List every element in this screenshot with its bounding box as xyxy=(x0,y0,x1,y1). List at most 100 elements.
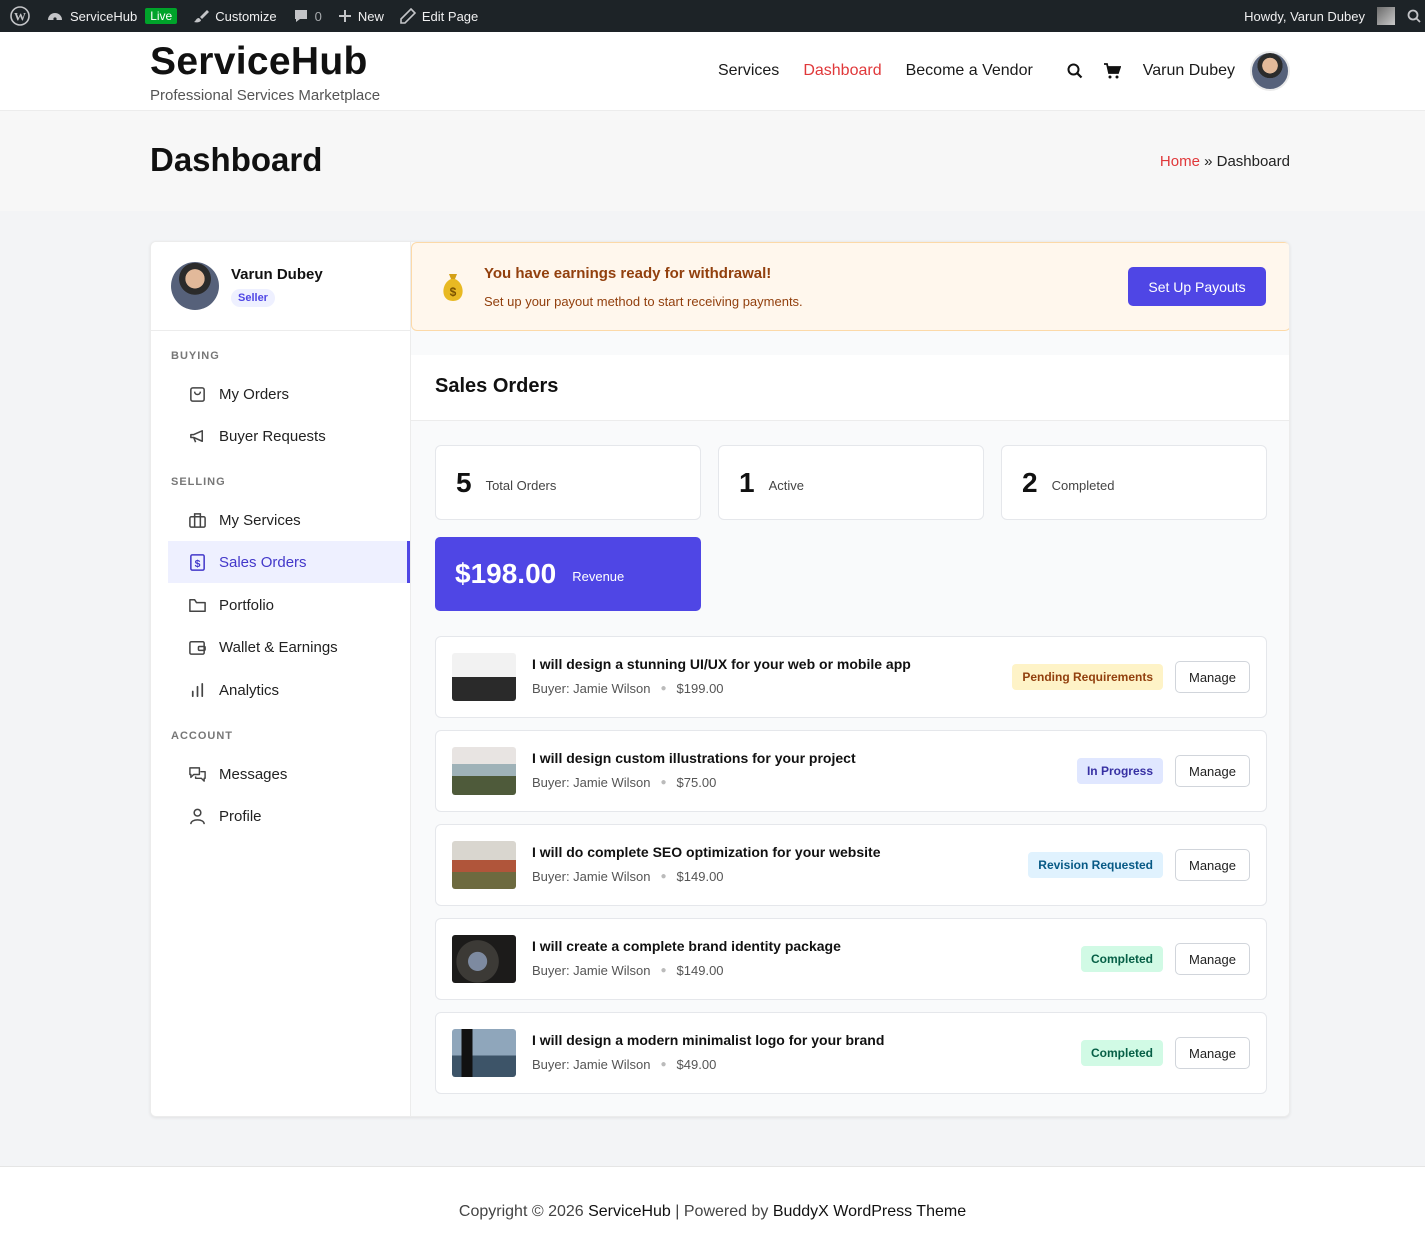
admin-search-button[interactable] xyxy=(1401,0,1425,32)
sidebar-profile: Varun Dubey Seller xyxy=(151,242,410,331)
main-nav: Services Dashboard Become a Vendor Varun… xyxy=(694,50,1290,92)
sidebar-item-label: Profile xyxy=(219,807,262,825)
sidebar-item-portfolio[interactable]: Portfolio xyxy=(168,584,410,626)
profile-name: Varun Dubey xyxy=(231,266,323,283)
sidebar-item-label: Portfolio xyxy=(219,596,275,614)
payout-title: You have earnings ready for withdrawal! xyxy=(484,265,772,282)
new-label: New xyxy=(357,8,384,24)
manage-button[interactable]: Manage xyxy=(1175,849,1250,881)
sidebar-item-analytics[interactable]: Analytics xyxy=(168,669,410,711)
breadcrumb-separator: » xyxy=(1204,153,1213,170)
manage-button[interactable]: Manage xyxy=(1175,661,1250,693)
megaphone-icon xyxy=(190,429,204,442)
revenue-label: Revenue xyxy=(572,568,625,584)
site-title[interactable]: ServiceHub xyxy=(150,40,368,84)
order-title[interactable]: I will create a complete brand identity … xyxy=(532,938,841,954)
page-title-bar: Dashboard Home » Dashboard xyxy=(0,111,1425,211)
section-label-buying: BUYING xyxy=(171,350,220,362)
comments-link[interactable]: 0 xyxy=(285,0,330,32)
order-price: $199.00 xyxy=(676,681,724,696)
footer-site-link[interactable]: ServiceHub xyxy=(588,1203,671,1220)
role-badge: Seller xyxy=(231,289,275,307)
meta-separator: ● xyxy=(660,965,667,976)
header-avatar[interactable] xyxy=(1250,51,1290,91)
sidebar-item-messages[interactable]: Messages xyxy=(168,753,410,795)
sidebar-item-label: Buyer Requests xyxy=(219,427,326,445)
sales-orders-title: Sales Orders xyxy=(435,375,559,397)
sidebar-item-my-orders[interactable]: My Orders xyxy=(168,373,410,415)
nav-become-vendor[interactable]: Become a Vendor xyxy=(906,62,1033,80)
customize-label: Customize xyxy=(215,8,277,24)
stat-revenue: $198.00 Revenue xyxy=(435,537,701,611)
payout-notice: $ You have earnings ready for withdrawal… xyxy=(411,242,1289,331)
order-title[interactable]: I will design a stunning UI/UX for your … xyxy=(532,656,911,672)
manage-button[interactable]: Manage xyxy=(1175,943,1250,975)
order-meta: Buyer: Jamie Wilson ● $199.00 xyxy=(532,681,724,696)
sidebar-item-label: My Orders xyxy=(219,385,290,403)
new-content-menu[interactable]: New xyxy=(330,0,392,32)
dashboard-card: Varun Dubey Seller BUYING My Orders Buye… xyxy=(150,241,1290,1117)
svg-text:$: $ xyxy=(195,558,201,569)
order-buyer: Buyer: Jamie Wilson xyxy=(532,775,651,790)
order-thumbnail[interactable] xyxy=(452,935,516,983)
sidebar-item-sales-orders[interactable]: $ Sales Orders xyxy=(168,541,410,583)
order-thumbnail[interactable] xyxy=(452,653,516,701)
sidebar-item-label: My Services xyxy=(219,511,301,529)
order-thumbnail[interactable] xyxy=(452,841,516,889)
howdy-label: Howdy, Varun Dubey xyxy=(1244,8,1365,24)
stat-value: 2 xyxy=(1022,466,1038,498)
order-thumbnail[interactable] xyxy=(452,1029,516,1077)
stat-active: 1 Active xyxy=(718,445,984,520)
admin-avatar xyxy=(1377,7,1395,25)
set-up-payouts-button[interactable]: Set Up Payouts xyxy=(1128,267,1266,306)
cart-button[interactable] xyxy=(1103,63,1121,79)
sidebar-item-profile[interactable]: Profile xyxy=(168,795,410,837)
order-price: $49.00 xyxy=(676,1057,717,1072)
sidebar-item-label: Analytics xyxy=(219,681,280,699)
sidebar-item-buyer-requests[interactable]: Buyer Requests xyxy=(168,415,410,457)
site-name-menu[interactable]: ServiceHub Live xyxy=(38,0,185,32)
status-badge: Completed xyxy=(1080,1040,1163,1066)
status-badge: In Progress xyxy=(1076,758,1163,784)
header-search-button[interactable] xyxy=(1067,63,1083,79)
manage-button[interactable]: Manage xyxy=(1175,755,1250,787)
order-title[interactable]: I will do complete SEO optimization for … xyxy=(532,844,880,860)
section-label-selling: SELLING xyxy=(171,476,226,488)
nav-dashboard[interactable]: Dashboard xyxy=(803,62,881,80)
meta-separator: ● xyxy=(660,683,667,694)
order-buyer: Buyer: Jamie Wilson xyxy=(532,963,651,978)
order-thumbnail[interactable] xyxy=(452,747,516,795)
sidebar-item-wallet[interactable]: Wallet & Earnings xyxy=(168,626,410,668)
order-row: I will design a stunning UI/UX for your … xyxy=(435,636,1267,718)
footer-theme-link[interactable]: BuddyX WordPress Theme xyxy=(773,1203,966,1220)
dashboard-sidebar: Varun Dubey Seller BUYING My Orders Buye… xyxy=(151,242,411,1116)
order-price: $149.00 xyxy=(676,869,724,884)
sidebar-item-label: Wallet & Earnings xyxy=(219,638,338,656)
avatar[interactable] xyxy=(171,262,219,310)
breadcrumb-home[interactable]: Home xyxy=(1160,153,1200,170)
customize-link[interactable]: Customize xyxy=(185,0,284,32)
pencil-icon xyxy=(400,8,416,24)
sidebar-item-my-services[interactable]: My Services xyxy=(168,499,410,541)
order-title[interactable]: I will design custom illustrations for y… xyxy=(532,750,856,766)
plus-icon xyxy=(338,10,351,22)
header-user-name[interactable]: Varun Dubey xyxy=(1143,62,1235,80)
nav-services[interactable]: Services xyxy=(718,62,779,80)
stat-label: Completed xyxy=(1051,478,1115,493)
stat-completed: 2 Completed xyxy=(1001,445,1267,520)
wordpress-logo-button[interactable]: W xyxy=(0,0,38,32)
meta-separator: ● xyxy=(660,871,667,882)
order-row: I will design custom illustrations for y… xyxy=(435,730,1267,812)
my-account-menu[interactable]: Howdy, Varun Dubey xyxy=(1236,0,1401,32)
edit-page-link[interactable]: Edit Page xyxy=(392,0,486,32)
dashboard-content: $ You have earnings ready for withdrawal… xyxy=(411,242,1289,1116)
sales-orders-header: Sales Orders xyxy=(411,355,1289,421)
revenue-value: $198.00 xyxy=(455,558,557,589)
order-buyer: Buyer: Jamie Wilson xyxy=(532,1057,651,1072)
order-title[interactable]: I will design a modern minimalist logo f… xyxy=(532,1032,884,1048)
dollar-document-icon: $ xyxy=(190,553,205,571)
order-buyer: Buyer: Jamie Wilson xyxy=(532,681,651,696)
stat-label: Active xyxy=(768,478,804,493)
order-buyer: Buyer: Jamie Wilson xyxy=(532,869,651,884)
manage-button[interactable]: Manage xyxy=(1175,1037,1250,1069)
